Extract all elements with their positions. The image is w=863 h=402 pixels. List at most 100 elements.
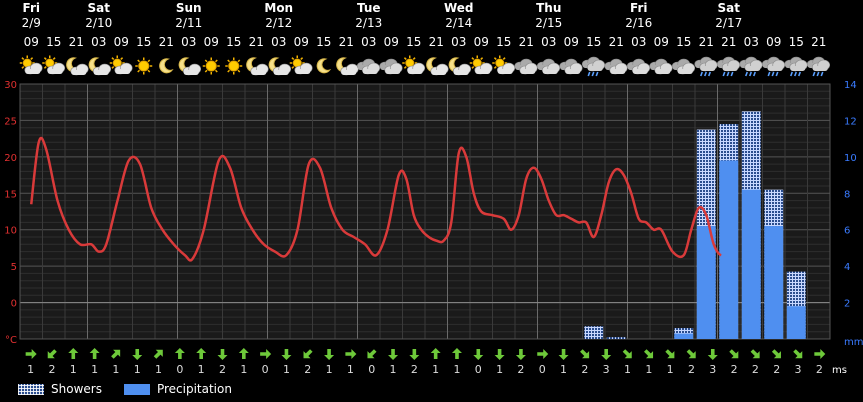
moon-cloud-icon xyxy=(448,57,472,76)
legend-label-precipitation: Precipitation xyxy=(156,382,232,396)
moon-cloud-icon xyxy=(426,57,449,76)
cloud-icon xyxy=(626,58,651,75)
sun-cloud-icon xyxy=(402,55,426,75)
wind-speed: 0 xyxy=(368,363,375,376)
wind-arrow-icon xyxy=(409,349,420,360)
cloud-icon xyxy=(379,58,403,75)
hour-label: 15 xyxy=(136,35,151,49)
wind-speed: 2 xyxy=(411,363,418,376)
wind-speed: 2 xyxy=(219,363,226,376)
cloud-rain-icon xyxy=(739,56,763,77)
y-tick-left: °C xyxy=(5,335,17,346)
day-name: Sat xyxy=(88,1,111,15)
cloud-rain-icon xyxy=(806,56,831,77)
cloud-icon xyxy=(356,58,381,75)
hour-label: 03 xyxy=(744,35,759,49)
hour-label: 09 xyxy=(384,35,399,49)
moon-cloud-icon xyxy=(336,57,359,76)
hour-label: 03 xyxy=(451,35,466,49)
day-date: 2/10 xyxy=(85,16,112,30)
precipitation-bar xyxy=(674,333,694,339)
wind-arrow-icon xyxy=(25,349,37,359)
hour-label: 21 xyxy=(721,35,736,49)
wind-arrow-icon xyxy=(89,348,100,359)
hour-label: 03 xyxy=(271,35,286,49)
hour-label: 21 xyxy=(429,35,444,49)
wind-speed: 1 xyxy=(347,363,354,376)
wind-arrow-icon xyxy=(707,349,718,360)
hour-label: 15 xyxy=(316,35,331,49)
sun-cloud-icon xyxy=(19,55,43,75)
wind-arrow-icon xyxy=(281,349,292,360)
showers-bar xyxy=(584,326,604,339)
wind-arrow-icon xyxy=(814,349,826,359)
wind-speed: 1 xyxy=(496,363,503,376)
wind-speed: 1 xyxy=(283,363,290,376)
cloud-icon xyxy=(604,58,628,75)
hour-label: 03 xyxy=(91,35,106,49)
cloud-icon xyxy=(671,58,696,75)
wind-arrow-icon xyxy=(451,348,462,359)
wind-arrow-icon xyxy=(238,348,249,359)
hour-label: 09 xyxy=(474,35,489,49)
hour-label: 15 xyxy=(789,35,804,49)
hour-label: 21 xyxy=(249,35,264,49)
wind-arrow-icon xyxy=(196,348,207,359)
sun-icon xyxy=(202,57,220,75)
wind-arrow-icon xyxy=(367,349,377,359)
sun-cloud-icon xyxy=(109,55,133,75)
wind-arrow-icon xyxy=(558,349,569,360)
wind-speed: 1 xyxy=(91,363,98,376)
moon-cloud-icon xyxy=(246,57,269,76)
hour-label: 03 xyxy=(181,35,196,49)
wind-speed: 1 xyxy=(326,363,333,376)
sun-icon xyxy=(225,57,243,75)
precipitation-bar xyxy=(786,306,806,339)
legend-item-precipitation[interactable]: Precipitation xyxy=(123,382,232,396)
cloud-icon xyxy=(536,58,561,75)
wind-arrow-icon xyxy=(47,349,57,359)
wind-speed: 1 xyxy=(198,363,205,376)
hour-label: 21 xyxy=(519,35,534,49)
wind-speed: 2 xyxy=(688,363,695,376)
wind-arrow-icon xyxy=(430,348,441,359)
hour-label: 15 xyxy=(496,35,511,49)
hour-label: 09 xyxy=(114,35,129,49)
wind-speed: 1 xyxy=(667,363,674,376)
hour-label: 21 xyxy=(699,35,714,49)
wind-speed: 3 xyxy=(795,363,802,376)
cloud-rain-icon xyxy=(716,56,741,77)
y-tick-left: 10 xyxy=(4,226,17,237)
wind-speed: 1 xyxy=(155,363,162,376)
y-tick-right: 12 xyxy=(844,116,857,127)
wind-speed: 2 xyxy=(773,363,780,376)
cloud-rain-icon xyxy=(761,56,786,77)
weather-icons xyxy=(19,55,831,77)
moon-cloud-icon xyxy=(88,57,112,76)
cloud-icon xyxy=(559,58,583,75)
wind-speed: 1 xyxy=(453,363,460,376)
showers-bar xyxy=(606,337,626,339)
wind-speed: 2 xyxy=(752,363,759,376)
cloud-icon xyxy=(514,58,538,75)
wind-arrow-icon xyxy=(686,349,696,359)
hour-label: 03 xyxy=(361,35,376,49)
moon-icon xyxy=(316,58,332,74)
wind-speed: 1 xyxy=(432,363,439,376)
legend-item-showers[interactable]: Showers xyxy=(18,382,102,396)
y-axis-left-temperature: °C 0 5 10 15 20 25 30 xyxy=(4,80,17,346)
wind-arrow-icon xyxy=(750,349,760,359)
wind-speed: 0 xyxy=(539,363,546,376)
day-name: Wed xyxy=(444,1,474,15)
weather-forecast-chart: Fri2/9Sat2/10Sun2/11Mon2/12Tue2/13Wed2/1… xyxy=(4,1,863,376)
wind-arrow-icon xyxy=(515,349,526,360)
hour-label: 09 xyxy=(204,35,219,49)
day-headers: Fri2/9Sat2/10Sun2/11Mon2/12Tue2/13Wed2/1… xyxy=(22,1,743,30)
wind-speed: 2 xyxy=(517,363,524,376)
cloud-rain-icon xyxy=(581,56,606,77)
hour-label: 21 xyxy=(339,35,354,49)
sun-cloud-icon xyxy=(469,55,493,75)
hour-label: 03 xyxy=(541,35,556,49)
precipitation-bar xyxy=(719,160,739,339)
day-name: Thu xyxy=(536,1,561,15)
